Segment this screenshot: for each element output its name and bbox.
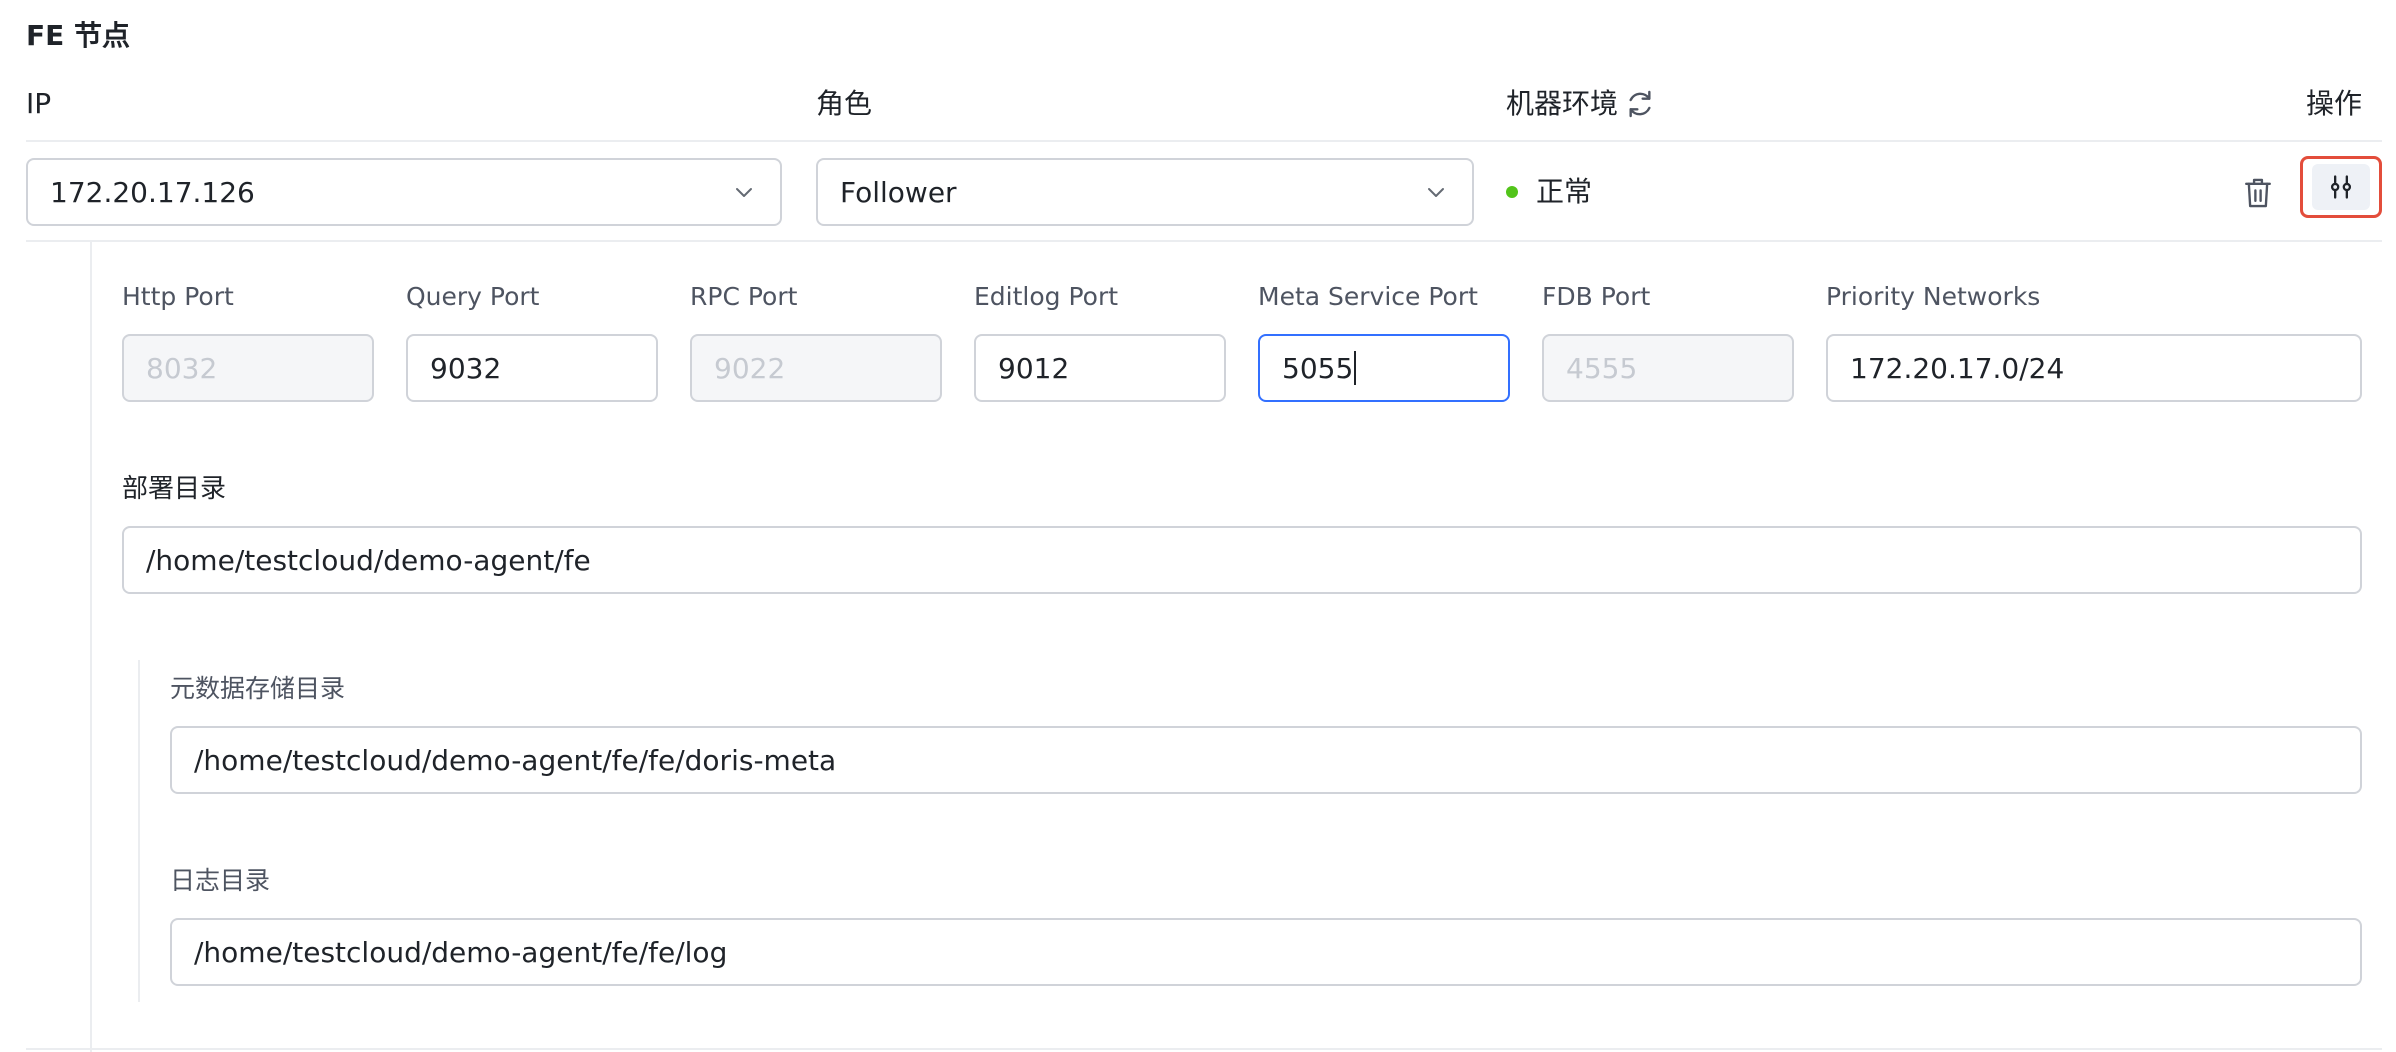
meta-dir-value: /home/testcloud/demo-agent/fe/fe/doris-m… xyxy=(194,743,837,777)
query-port-label: Query Port xyxy=(406,282,540,311)
log-dir-label: 日志目录 xyxy=(170,866,271,895)
deploy-dir-label: 部署目录 xyxy=(122,474,227,504)
editlog-port-input[interactable]: 9012 xyxy=(974,334,1226,402)
fdb-port-value: 4555 xyxy=(1566,351,1638,385)
column-header-actions: 操作 xyxy=(2306,87,2363,120)
meta-service-port-value: 5055 xyxy=(1282,351,1354,385)
bottom-divider xyxy=(26,1048,2382,1050)
query-port-value: 9032 xyxy=(430,351,502,385)
editlog-port-value: 9012 xyxy=(998,351,1070,385)
log-dir-input[interactable]: /home/testcloud/demo-agent/fe/fe/log xyxy=(170,918,2362,986)
column-header-ip: IP xyxy=(26,87,52,120)
status-text: 正常 xyxy=(1536,175,1593,208)
settings-button[interactable] xyxy=(2300,156,2382,218)
ip-select-value: 172.20.17.126 xyxy=(50,175,255,209)
chevron-down-icon xyxy=(1428,188,1444,197)
section-title: FE 节点 xyxy=(26,19,131,52)
refresh-icon[interactable] xyxy=(1624,88,1656,120)
text-caret xyxy=(1354,351,1357,385)
rpc-port-value: 9022 xyxy=(714,351,786,385)
fdb-port-label: FDB Port xyxy=(1542,282,1651,311)
ip-select[interactable]: 172.20.17.126 xyxy=(26,158,782,226)
priority-networks-label: Priority Networks xyxy=(1826,282,2041,311)
rpc-port-label: RPC Port xyxy=(690,282,798,311)
meta-service-port-label: Meta Service Port xyxy=(1258,282,1478,311)
fdb-port-input[interactable]: 4555 xyxy=(1542,334,1794,402)
role-select[interactable]: Follower xyxy=(816,158,1474,226)
column-header-role: 角色 xyxy=(816,87,873,120)
http-port-input[interactable]: 8032 xyxy=(122,334,374,402)
meta-service-port-input[interactable]: 5055 xyxy=(1258,334,1510,402)
subpanel-left-border xyxy=(138,660,140,1002)
deploy-dir-input[interactable]: /home/testcloud/demo-agent/fe xyxy=(122,526,2362,594)
panel-left-border xyxy=(90,242,92,1052)
chevron-down-icon xyxy=(736,188,752,197)
http-port-value: 8032 xyxy=(146,351,218,385)
column-header-env: 机器环境 xyxy=(1506,87,1619,120)
priority-networks-input[interactable]: 172.20.17.0/24 xyxy=(1826,334,2362,402)
rpc-port-input[interactable]: 9022 xyxy=(690,334,942,402)
log-dir-value: /home/testcloud/demo-agent/fe/fe/log xyxy=(194,935,728,969)
query-port-input[interactable]: 9032 xyxy=(406,334,658,402)
meta-dir-input[interactable]: /home/testcloud/demo-agent/fe/fe/doris-m… xyxy=(170,726,2362,794)
priority-networks-value: 172.20.17.0/24 xyxy=(1850,351,2065,385)
sliders-icon xyxy=(2330,175,2352,199)
role-select-value: Follower xyxy=(840,175,957,209)
status-dot xyxy=(1506,186,1518,198)
header-divider xyxy=(26,140,2382,142)
http-port-label: Http Port xyxy=(122,282,234,311)
meta-dir-label: 元数据存储目录 xyxy=(170,674,346,703)
row-divider xyxy=(26,240,2382,242)
settings-button-inner xyxy=(2312,164,2370,210)
deploy-dir-value: /home/testcloud/demo-agent/fe xyxy=(146,543,591,577)
trash-icon[interactable] xyxy=(2242,176,2274,210)
editlog-port-label: Editlog Port xyxy=(974,282,1119,311)
